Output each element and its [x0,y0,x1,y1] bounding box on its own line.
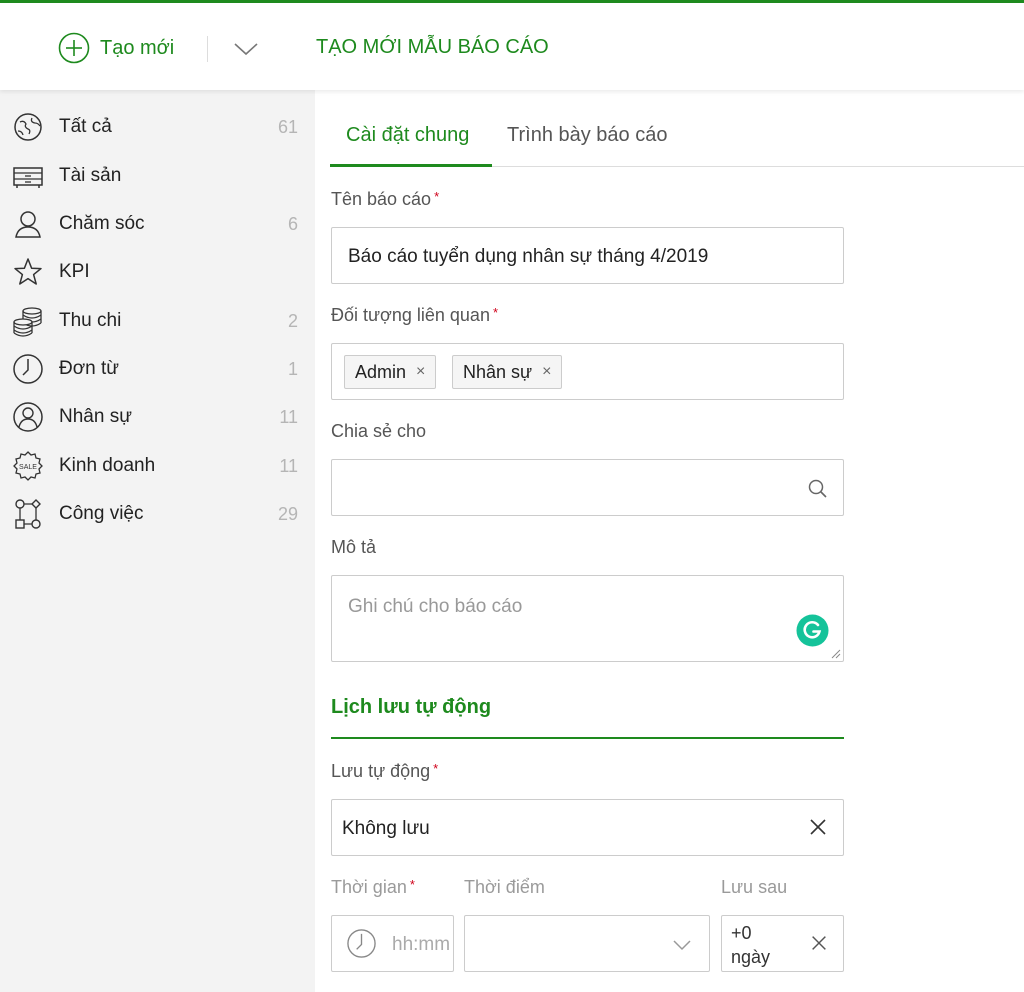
sidebar-item-count: 1 [287,358,298,379]
sidebar-item-label: Công việc [59,503,144,524]
report-name-value: Báo cáo tuyển dụng nhân sự tháng 4/2019 [348,246,709,267]
sidebar-item-label: Nhân sự [59,406,132,427]
svg-text:SALE: SALE [19,464,37,471]
coins-icon [13,307,42,337]
related-objects-label: Đối tượng liên quan * [331,305,498,326]
tag-label: Nhân sự [463,361,533,382]
plus-circle-icon [58,32,90,64]
sidebar-item-count: 61 [277,116,298,137]
sidebar-item-count: 6 [287,213,298,234]
related-objects-label-text: Đối tượng liên quan [331,305,490,325]
time-input[interactable]: hh:mm [331,915,454,972]
moment-label: Thời điểm [464,877,545,897]
active-tab-indicator [330,164,492,167]
description-textarea[interactable]: Ghi chú cho báo cáo [331,575,844,662]
top-bar: Tạo mới TẠO MỚI MẪU BÁO CÁO [0,0,1024,90]
cabinet-icon [13,167,43,188]
time-label-text: Thời gian [331,877,407,897]
auto-save-label: Lưu tự động * [331,761,438,782]
auto-save-value: Không lưu [342,818,430,839]
sidebar-item-finance[interactable]: Thu chi 2 [0,301,315,341]
sidebar-item-requests[interactable]: Đơn từ 1 [0,349,315,389]
required-marker: * [434,189,440,204]
chevron-down-icon[interactable] [232,37,260,61]
sidebar-item-label: Tài sản [59,165,122,186]
moment-select[interactable] [464,915,710,972]
required-marker: * [433,761,439,776]
person-circle-icon [13,402,43,432]
divider [207,36,208,62]
resize-handle-icon[interactable] [829,647,841,659]
share-with-label: Chia sẻ cho [331,421,427,441]
save-after-select[interactable]: +0 ngày [721,915,844,972]
save-after-value: +0 ngày [731,923,771,967]
share-with-input[interactable] [331,459,844,516]
time-label: Thời gian * [331,877,415,898]
sidebar-item-care[interactable]: Chăm sóc 6 [0,204,315,244]
sidebar-item-tasks[interactable]: Công việc 29 [0,494,315,534]
sidebar-item-label: KPI [59,261,90,282]
sidebar-item-count: 11 [279,455,298,476]
sidebar-item-label: Thu chi [59,310,122,331]
sidebar-item-count: 2 [287,310,298,331]
report-name-label-text: Tên báo cáo [331,189,432,209]
required-marker: * [409,877,415,892]
globe-icon [14,113,42,141]
page-title: TẠO MỚI MẪU BÁO CÁO [316,36,549,58]
search-icon[interactable] [807,478,829,500]
create-new-button[interactable]: Tạo mới [58,31,174,65]
description-label: Mô tả [331,537,377,557]
section-title-schedule: Lịch lưu tự động [331,696,492,718]
close-icon[interactable] [807,816,829,838]
clock-icon [13,354,43,384]
sidebar-item-label: Tất cả [59,116,112,137]
user-icon [15,211,41,238]
report-name-label: Tên báo cáo * [331,189,439,210]
clock-icon [347,929,376,958]
tag-label: Admin [355,361,407,382]
section-divider [331,737,844,739]
sidebar: Tất cả 61 Tài sản Chăm sóc 6 KPI Thu chi… [0,90,315,992]
sidebar-item-count: 29 [277,503,298,524]
tab-general-settings[interactable]: Cài đặt chung [346,124,469,147]
sidebar-item-assets[interactable]: Tài sản [0,156,315,196]
main-content: Cài đặt chung Trình bày báo cáo Tên báo … [316,90,1024,992]
report-name-input[interactable]: Báo cáo tuyển dụng nhân sự tháng 4/2019 [331,227,844,284]
star-icon [14,258,42,285]
tag-admin: Admin × [344,355,437,389]
auto-save-select[interactable]: Không lưu [331,799,844,856]
grammarly-icon[interactable] [796,614,829,647]
sale-badge-icon: SALE [13,451,43,481]
related-objects-input[interactable]: Admin × Nhân sự × [331,343,844,400]
description-placeholder: Ghi chú cho báo cáo [348,596,523,617]
sidebar-item-sales[interactable]: SALE Kinh doanh 11 [0,446,315,486]
time-placeholder: hh:mm [392,934,451,955]
tag-hr: Nhân sự × [452,355,563,389]
save-after-label: Lưu sau [721,877,788,897]
sidebar-item-label: Đơn từ [59,358,120,379]
close-icon[interactable] [809,933,829,953]
tab-report-layout[interactable]: Trình bày báo cáo [507,124,667,147]
tag-remove-icon[interactable]: × [416,363,425,381]
required-marker: * [492,305,499,320]
sidebar-item-hr[interactable]: Nhân sự 11 [0,397,315,437]
sidebar-item-count: 11 [279,406,298,427]
create-new-label: Tạo mới [100,36,175,59]
chevron-down-icon [673,940,691,951]
workflow-icon [15,499,41,529]
sidebar-item-label: Kinh doanh [59,455,156,476]
sidebar-item-all[interactable]: Tất cả 61 [0,107,315,147]
sidebar-item-label: Chăm sóc [59,213,145,234]
tag-remove-icon[interactable]: × [542,363,551,381]
sidebar-item-kpi[interactable]: KPI [0,252,315,292]
auto-save-label-text: Lưu tự động [331,761,431,781]
